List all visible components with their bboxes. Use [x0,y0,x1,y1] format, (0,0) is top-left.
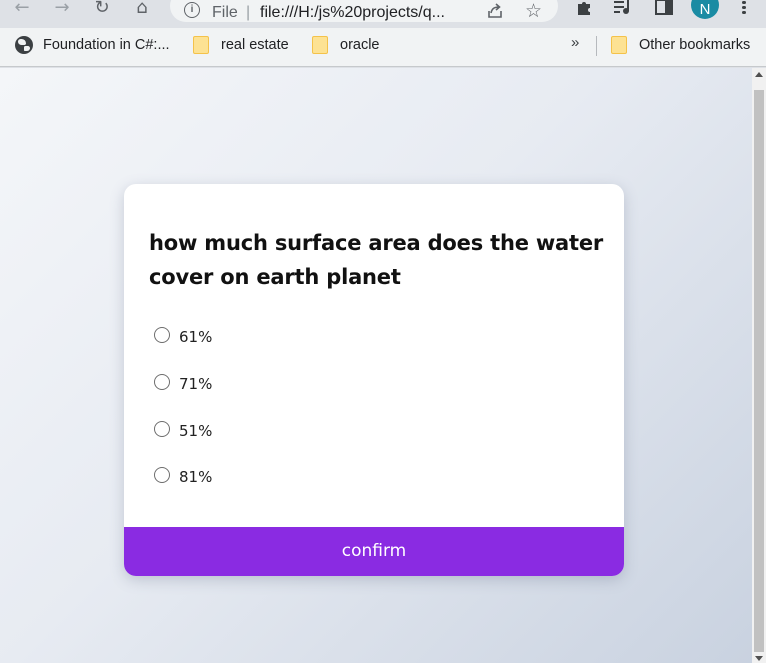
scrollbar-thumb[interactable] [754,90,764,652]
home-icon[interactable]: ⌂ [129,0,155,17]
confirm-button[interactable]: confirm [124,527,624,576]
bookmarks-bar: Foundation in C#:... real estate oracle … [0,28,766,67]
radio-button[interactable] [154,373,170,390]
bookmark-folder-real-estate[interactable]: real estate [193,28,289,62]
answer-option-3[interactable]: 51% [154,420,212,442]
extensions-puzzle-icon[interactable] [575,0,595,16]
answer-option-4[interactable]: 81% [154,466,212,488]
scroll-up-arrow-icon[interactable] [755,72,763,77]
quiz-question: how much surface area does the water cov… [149,231,604,289]
profile-avatar[interactable]: N [691,0,719,19]
browser-toolbar: ← → ↻ ⌂ i File | file:///H:/js%20project… [0,0,766,28]
address-bar[interactable]: i File | file:///H:/js%20projects/q... ☆ [170,0,558,22]
url-scheme-chip: File [212,4,238,21]
answer-label: 71% [179,375,213,393]
answer-label: 61% [179,328,213,346]
page-scrollbar[interactable] [752,68,766,663]
bookmark-label: real estate [221,37,289,53]
site-info-icon[interactable]: i [184,2,200,18]
folder-icon [312,36,328,54]
answer-option-2[interactable]: 71% [154,373,212,395]
radio-button[interactable] [154,326,170,343]
bookmark-star-icon[interactable]: ☆ [525,0,542,23]
media-control-icon[interactable] [613,0,633,16]
side-panel-icon[interactable] [654,0,674,16]
folder-icon [193,36,209,54]
radio-button[interactable] [154,466,170,483]
bookmark-folder-other[interactable]: Other bookmarks [611,28,750,62]
quiz-card: how much surface area does the water cov… [124,184,624,576]
answer-label: 51% [179,422,213,440]
page-viewport: how much surface area does the water cov… [0,68,752,663]
reload-icon[interactable]: ↻ [89,0,115,17]
forward-arrow-icon[interactable]: → [49,0,75,17]
answer-label: 81% [179,468,213,486]
bookmarks-overflow-chevron-icon[interactable]: » [571,34,579,51]
bookmark-label: Foundation in C#:... [43,37,170,53]
folder-icon [611,36,627,54]
answer-option-1[interactable]: 61% [154,326,212,348]
bookmark-label: Other bookmarks [639,37,751,53]
bookmark-label: oracle [340,37,380,53]
share-icon[interactable] [486,2,504,20]
bookmarks-divider [596,36,597,56]
url-separator: | [246,4,251,21]
bookmark-folder-oracle[interactable]: oracle [312,28,380,62]
globe-icon [15,36,33,54]
back-arrow-icon[interactable]: ← [9,0,35,17]
scroll-down-arrow-icon[interactable] [755,656,763,661]
bookmark-foundation-csharp[interactable]: Foundation in C#:... [15,28,170,62]
radio-button[interactable] [154,420,170,437]
browser-menu-icon[interactable] [740,0,748,17]
url-text[interactable]: file:///H:/js%20projects/q... [260,4,445,22]
